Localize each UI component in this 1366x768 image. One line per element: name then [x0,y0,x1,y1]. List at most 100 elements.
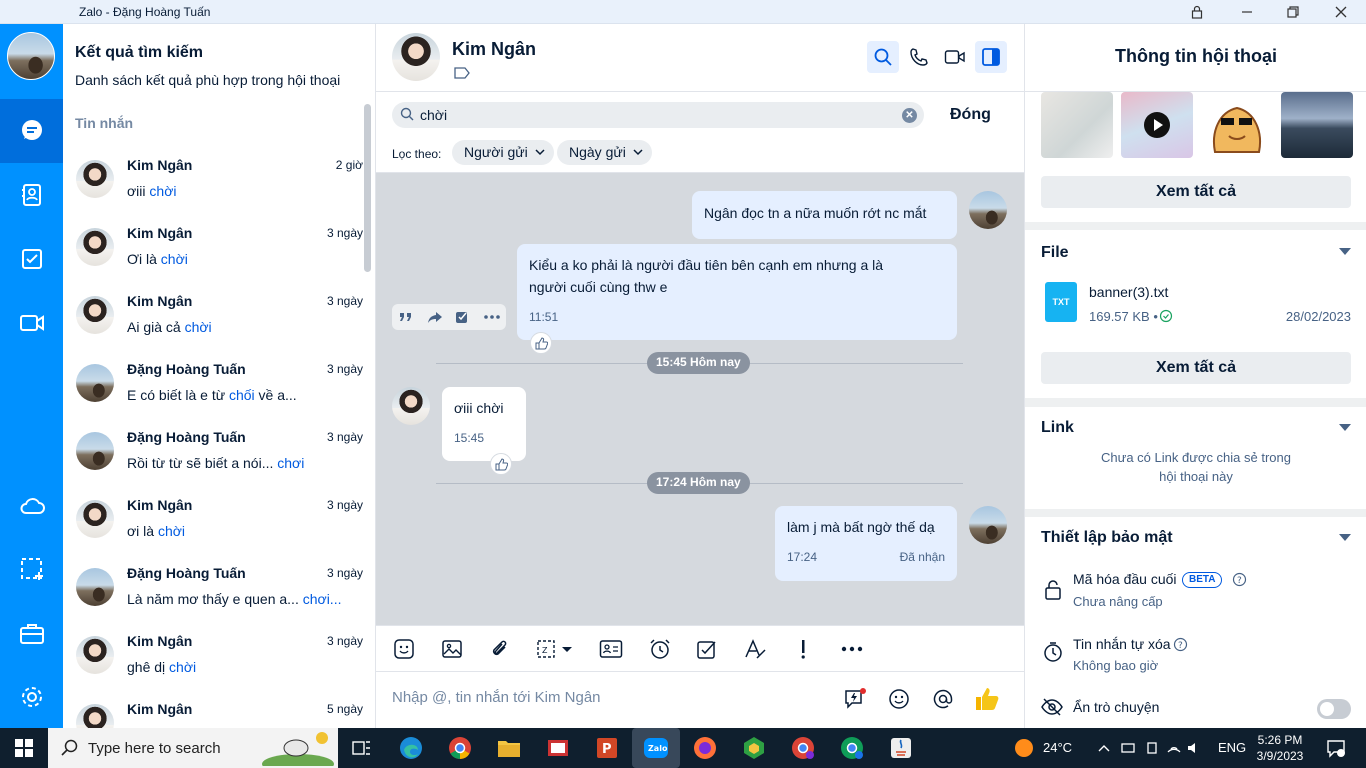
result-sender: Đặng Hoàng Tuấn [127,361,246,377]
result-sender: Đặng Hoàng Tuấn [127,429,246,445]
nav-messages[interactable] [0,99,63,163]
java-icon[interactable] [887,734,915,762]
message-composer: Nhập @, tin nhắn tới Kim Ngân [376,672,1024,728]
collapse-security-icon[interactable] [1339,534,1351,541]
task-button[interactable] [694,636,720,662]
nav-cloud[interactable] [0,474,63,538]
media-thumbnail[interactable] [1281,92,1353,158]
close-window-button[interactable] [1318,0,1364,24]
temperature[interactable]: 24°C [1043,740,1072,755]
file-name[interactable]: banner(3).txt [1089,284,1168,300]
chrome-icon[interactable] [446,734,474,762]
lock-icon[interactable] [1174,0,1220,24]
chrome-profile-icon[interactable] [789,734,817,762]
nav-tools[interactable] [0,601,63,665]
search-in-chat-button[interactable] [867,41,899,73]
result-time: 3 ngày [326,566,363,580]
like-reaction-button[interactable] [490,453,512,475]
app-icon[interactable] [544,734,572,762]
tray-icons[interactable] [1098,740,1198,759]
more-options-button[interactable] [839,636,865,662]
close-search-button[interactable]: Đóng [950,106,991,124]
results-scrollbar[interactable] [364,104,371,272]
nav-settings[interactable] [0,665,63,729]
auto-delete-status[interactable]: Không bao giờ [1073,658,1158,673]
nav-video[interactable] [0,291,63,355]
clear-search-icon[interactable]: ✕ [902,108,917,123]
chrome-profile-icon[interactable] [838,734,866,762]
app-cube-icon[interactable] [740,734,768,762]
taskbar-search[interactable]: Type here to search [48,728,338,768]
search-result-item[interactable]: Kim Ngân 3 ngày ghê dị chời [63,628,363,696]
mention-button[interactable] [929,685,957,713]
filter-date-dropdown[interactable]: Ngày gửi [557,140,652,165]
sticker-button[interactable] [391,636,417,662]
reminder-button[interactable] [647,636,673,662]
emoji-button[interactable] [885,685,913,713]
input-language[interactable]: ENG [1218,740,1246,755]
message-input[interactable]: Nhập @, tin nhắn tới Kim Ngân [392,689,601,706]
minimize-button[interactable] [1224,0,1270,24]
message-bubble[interactable]: ơiii chời 15:45 [442,387,526,461]
screenshot-button[interactable]: Z [535,636,575,662]
contact-avatar[interactable] [392,33,440,81]
chat-search-input[interactable]: chời ✕ [392,102,924,128]
toggle-info-panel-button[interactable] [975,41,1007,73]
file-explorer-icon[interactable] [495,734,523,762]
search-result-item[interactable]: Kim Ngân 2 giờ ơiii chời [63,152,363,220]
nav-todo[interactable] [0,227,63,291]
restore-button[interactable] [1270,0,1316,24]
e2e-status[interactable]: Chưa nâng cấp [1073,594,1163,609]
edge-browser-icon[interactable] [397,734,425,762]
user-avatar[interactable] [7,32,55,80]
notifications-icon[interactable] [1322,734,1350,762]
collapse-link-icon[interactable] [1339,424,1351,431]
hide-chat-toggle[interactable] [1317,699,1351,719]
see-all-files-button[interactable]: Xem tất cả [1041,352,1351,384]
voice-call-button[interactable] [903,41,935,73]
message-bubble[interactable]: Kiểu a ko phải là người đầu tiên bên cạn… [517,244,957,340]
like-reaction-button[interactable] [530,332,552,354]
my-avatar[interactable] [969,506,1007,544]
firefox-icon[interactable] [691,734,719,762]
search-result-item[interactable]: Kim Ngân 3 ngày Ơi là chời [63,220,363,288]
nav-contacts[interactable] [0,163,63,227]
search-result-item[interactable]: Đặng Hoàng Tuấn 3 ngày E có biết là e từ c… [63,356,363,424]
clock[interactable]: 5:26 PM 3/9/2023 [1250,732,1310,764]
media-thumbnail[interactable] [1041,92,1113,158]
powerpoint-icon[interactable]: P [593,734,621,762]
message-bubble[interactable]: làm j mà bất ngờ thế dạ 17:24 Đã nhận [775,506,957,581]
my-avatar[interactable] [969,191,1007,229]
time-divider-label: 17:24 Hôm nay [647,472,750,494]
quick-message-button[interactable] [841,685,869,713]
tag-icon[interactable] [454,66,470,82]
image-button[interactable] [439,636,465,662]
video-thumbnail[interactable] [1121,92,1193,158]
search-result-item[interactable]: Kim Ngân 5 ngày [63,696,363,728]
result-text: ơiii [127,183,150,199]
nav-screenshot[interactable] [0,537,63,601]
filter-sender-dropdown[interactable]: Người gửi [452,140,554,165]
contact-card-button[interactable] [598,636,624,662]
contact-card-icon [599,640,623,658]
collapse-file-icon[interactable] [1339,248,1351,255]
contact-message-avatar[interactable] [392,387,430,425]
task-view-icon[interactable] [348,734,376,762]
search-result-item[interactable]: Đặng Hoàng Tuấn 3 ngày Rồi từ từ sẽ biết a… [63,424,363,492]
contact-name[interactable]: Kim Ngân [452,39,536,60]
start-button[interactable] [0,728,48,768]
message-bubble[interactable]: Ngân đọc tn a nữa muốn rớt nc mắt [692,191,957,239]
search-result-item[interactable]: Đặng Hoàng Tuấn 3 ngày Là năm mơ thấy e qu… [63,560,363,628]
see-all-media-button[interactable]: Xem tất cả [1041,176,1351,208]
zalo-taskbar-button[interactable]: Zalo [632,728,680,768]
send-like-button[interactable] [973,685,1001,713]
sticker-thumbnail[interactable] [1201,92,1273,158]
search-result-item[interactable]: Kim Ngân 3 ngày Ai già cả chời [63,288,363,356]
search-query[interactable]: chời [420,107,447,123]
urgent-button[interactable] [790,636,816,662]
search-result-item[interactable]: Kim Ngân 3 ngày ơi là chời [63,492,363,560]
format-text-button[interactable] [742,636,768,662]
attach-button[interactable] [487,636,513,662]
video-call-button[interactable] [939,41,971,73]
file-section-title: File [1041,244,1069,261]
